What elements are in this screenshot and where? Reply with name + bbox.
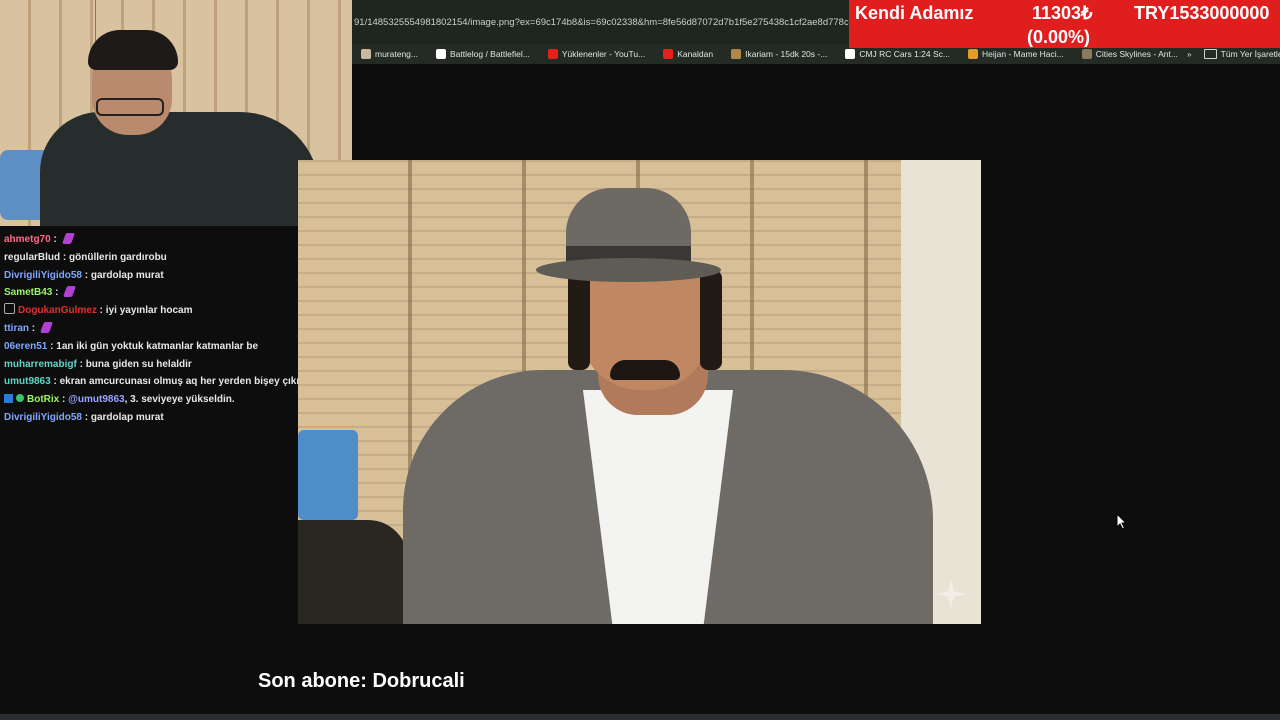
page-icon bbox=[968, 49, 978, 59]
amazon-icon bbox=[845, 49, 856, 59]
chat-username[interactable]: SametB43 bbox=[4, 287, 52, 298]
chat-message: DogukanGulmez : iyi yayınlar hocam bbox=[0, 302, 298, 320]
bookmark-label: Cities Skylines - Ant... bbox=[1095, 49, 1178, 59]
chat-message: regularBlud : gönüllerin gardırobu bbox=[0, 249, 298, 267]
chat-text: 3. seviyeye yükseldin. bbox=[130, 394, 235, 406]
bookmark-label: Ikariam - 15dk 20s -... bbox=[745, 49, 828, 59]
feather-emote-icon bbox=[39, 321, 53, 333]
bookmark-item[interactable]: Ikariam - 15dk 20s -... bbox=[722, 49, 836, 59]
bookmarks-more-button[interactable]: » bbox=[1187, 49, 1204, 59]
bookmark-icon bbox=[361, 49, 371, 59]
address-bar[interactable]: 91/1485325554981802154/image.png?ex=69c1… bbox=[352, 0, 854, 44]
chat-username[interactable]: regularBlud bbox=[4, 252, 60, 263]
chat-text: ekran amcurcunası olmuş aq her yerden bi… bbox=[59, 376, 298, 388]
chat-separator: : bbox=[47, 340, 57, 352]
streamer-torso bbox=[40, 112, 320, 226]
bookmark-label: Yüklenenler - YouTu... bbox=[561, 49, 646, 59]
chat-separator: : bbox=[50, 376, 60, 388]
chat-mention[interactable]: @umut9863 bbox=[68, 394, 124, 405]
bookmark-label: murateng... bbox=[375, 49, 418, 59]
all-bookmarks-button[interactable]: Tüm Yer İşaretleri bbox=[1203, 49, 1280, 59]
feather-emote-icon bbox=[63, 286, 77, 298]
bookmark-label: Kanaldan bbox=[677, 49, 714, 59]
folder-icon bbox=[1203, 49, 1217, 59]
bot-badge-icon bbox=[4, 394, 13, 404]
ticker-market-cap: TRY1533000000 bbox=[1134, 3, 1270, 23]
bookmark-item[interactable]: Cities Skylines - Ant... bbox=[1073, 49, 1187, 59]
game-icon bbox=[1081, 49, 1092, 59]
chat-message: ahmetg70 : bbox=[0, 231, 298, 249]
chat-text: gönüllerin gardırobu bbox=[69, 251, 167, 263]
chat-separator: : bbox=[81, 411, 91, 423]
last-subscriber-alert: Son abone: Dobrucali bbox=[258, 670, 465, 692]
address-text: 91/1485325554981802154/image.png?ex=69c1… bbox=[354, 16, 854, 28]
verified-badge-icon bbox=[16, 394, 24, 403]
chat-message: SametB43 : bbox=[0, 284, 298, 302]
chat-username[interactable]: DivrigiliYigido58 bbox=[4, 412, 82, 423]
streamer-hair bbox=[88, 30, 178, 70]
ikariam-icon bbox=[731, 49, 742, 59]
chat-username[interactable]: 06eren51 bbox=[4, 341, 47, 352]
shared-image bbox=[298, 160, 981, 624]
mouse-cursor-icon bbox=[1116, 513, 1128, 530]
chat-username[interactable]: DivrigiliYigido58 bbox=[4, 270, 82, 281]
chat-username[interactable]: ahmetg70 bbox=[4, 234, 51, 245]
chat-message: BotRix : @umut9863, 3. seviyeye yükseldi… bbox=[0, 391, 298, 409]
chat-text: iyi yayınlar hocam bbox=[105, 305, 193, 317]
chat-message: DivrigiliYigido58 : gardolap murat bbox=[0, 409, 298, 427]
chat-username[interactable]: ttiran bbox=[4, 323, 29, 334]
chat-username[interactable]: muharremabigf bbox=[4, 359, 77, 370]
robot-badge-icon bbox=[4, 303, 15, 315]
chat-separator: : bbox=[50, 234, 60, 245]
shopping-bag bbox=[298, 430, 358, 520]
all-bookmarks-label: Tüm Yer İşaretleri bbox=[1220, 49, 1280, 59]
chat-message: ttiran : bbox=[0, 320, 298, 338]
fedora-brim bbox=[536, 258, 721, 282]
man-mustache bbox=[610, 360, 680, 380]
bookmark-item[interactable]: murateng... bbox=[352, 49, 427, 59]
chat-message: 06eren51 : 1an iki gün yoktuk katmanlar … bbox=[0, 338, 298, 356]
youtube-icon bbox=[547, 49, 558, 59]
man-sideburn-left bbox=[568, 270, 590, 370]
bottom-bar bbox=[0, 714, 1280, 720]
bookmark-item[interactable]: Yüklenenler - YouTu... bbox=[539, 49, 654, 59]
streamer-glasses bbox=[96, 98, 164, 116]
bookmark-label: Battlelog / Battlefiel... bbox=[450, 49, 530, 59]
battlelog-icon bbox=[436, 49, 446, 59]
chat-log: ahmetg70 : regularBlud : gönüllerin gard… bbox=[0, 231, 298, 427]
chat-separator: : bbox=[59, 394, 69, 406]
stock-ticker: Kendi Adamız 11303₺ (0.00%) TRY153300000… bbox=[849, 0, 1280, 48]
bookmark-label: CMJ RC Cars 1:24 Sc... bbox=[859, 49, 950, 59]
chat-separator: : bbox=[96, 305, 106, 317]
youtube-icon bbox=[663, 49, 674, 59]
bookmark-item[interactable]: CMJ RC Cars 1:24 Sc... bbox=[836, 49, 959, 59]
chat-separator: : bbox=[60, 251, 70, 263]
chat-username[interactable]: BotRix bbox=[27, 394, 59, 405]
chat-text: gardolap murat bbox=[90, 269, 164, 281]
chat-separator: : bbox=[81, 269, 91, 281]
chat-text: 1an iki gün yoktuk katmanlar katmanlar b… bbox=[56, 340, 259, 352]
bookmark-item[interactable]: Battlelog / Battlefiel... bbox=[427, 49, 539, 59]
feather-emote-icon bbox=[61, 233, 75, 244]
chat-username[interactable]: DogukanGulmez bbox=[18, 305, 97, 316]
ticker-change: (0.00%) bbox=[1027, 27, 1091, 47]
ticker-name: Kendi Adamız bbox=[855, 3, 974, 23]
bookmark-item[interactable]: Heijan - Mame Haci... bbox=[959, 49, 1073, 59]
chat-message: muharremabigf : buna giden su helaldir bbox=[0, 356, 298, 374]
chat-message: umut9863 : ekran amcurcunası olmuş aq he… bbox=[0, 373, 298, 391]
chat-message: DivrigiliYigido58 : gardolap murat bbox=[0, 267, 298, 285]
chat-separator: : bbox=[52, 287, 62, 299]
cables bbox=[298, 520, 408, 624]
chat-text: gardolap murat bbox=[90, 411, 164, 423]
chat-text: buna giden su helaldir bbox=[85, 358, 192, 370]
chat-separator: : bbox=[29, 322, 38, 334]
chat-username[interactable]: umut9863 bbox=[4, 376, 51, 387]
bookmark-item[interactable]: Kanaldan bbox=[654, 49, 722, 59]
chat-separator: : bbox=[76, 358, 86, 370]
ticker-price: 11303₺ bbox=[1032, 3, 1093, 23]
bookmark-label: Heijan - Mame Haci... bbox=[982, 49, 1064, 59]
man-sideburn-right bbox=[700, 270, 722, 370]
